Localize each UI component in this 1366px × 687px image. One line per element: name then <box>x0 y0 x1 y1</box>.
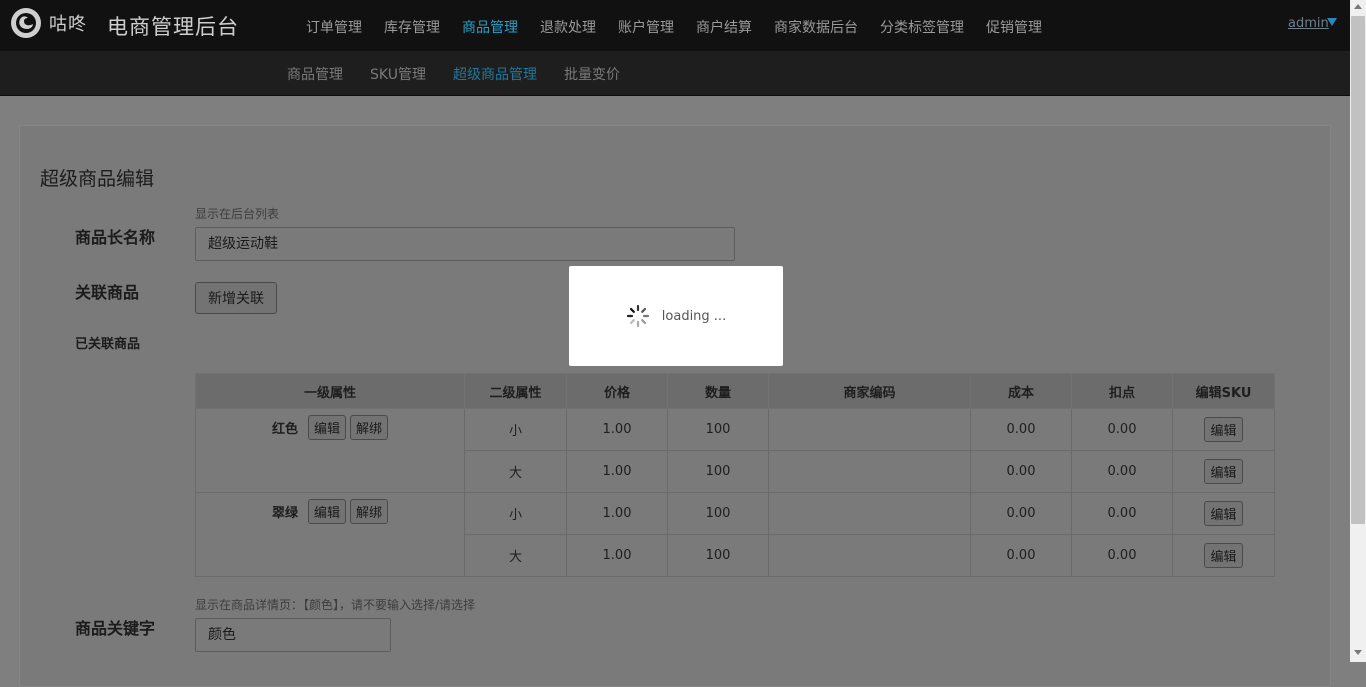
edit-sku-cell: 编辑 <box>1172 450 1275 493</box>
edit-sku-button[interactable]: 编辑 <box>1204 543 1243 568</box>
unbind-button[interactable]: 解绑 <box>350 415 389 440</box>
user-menu[interactable]: admin <box>1288 16 1329 31</box>
nav-item[interactable]: 账户管理 <box>618 17 674 37</box>
attr2-cell: 大 <box>464 534 567 577</box>
sub-navbar: 商品管理 SKU管理 超级商品管理 批量变价 <box>0 51 1350 96</box>
nav-item[interactable]: 商品管理 <box>462 17 518 37</box>
table-body: 红色 编辑 解绑小 1.00 100 0.00 0.00 编辑大 1.00 100 0.00 0.00… <box>195 408 1275 577</box>
nav-item[interactable]: 库存管理 <box>384 17 440 37</box>
name-hint: 显示在后台列表 <box>195 207 280 221</box>
main-nav: 订单管理 库存管理 商品管理 退款处理 账户管理 商户结算 商家数据后台 分类标签管理 促销管理 <box>306 17 1064 37</box>
column-header: 商家编码 <box>768 373 971 409</box>
price-cell: 1.00 <box>566 450 668 493</box>
price-cell: 1.00 <box>566 534 668 577</box>
edit-sku-button[interactable]: 编辑 <box>1204 459 1243 484</box>
scroll-down-arrow-icon[interactable] <box>1354 650 1362 655</box>
attr2-cell: 大 <box>464 450 567 493</box>
nav-item[interactable]: 退款处理 <box>540 17 596 37</box>
qty-cell: 100 <box>667 492 769 535</box>
cost-cell: 0.00 <box>970 408 1072 451</box>
column-header: 扣点 <box>1071 373 1173 409</box>
nav-item[interactable]: 商户结算 <box>696 17 752 37</box>
caret-down-icon[interactable] <box>1327 18 1337 26</box>
qty-cell: 100 <box>667 408 769 451</box>
merchant-code-cell <box>768 534 971 577</box>
scroll-up-arrow-icon[interactable] <box>1354 4 1362 9</box>
edit-attr-button[interactable]: 编辑 <box>307 415 346 440</box>
add-related-button[interactable]: 新增关联 <box>195 282 277 314</box>
nav-item[interactable]: 订单管理 <box>306 17 362 37</box>
commission-cell: 0.00 <box>1071 450 1173 493</box>
related-label: 关联商品 <box>75 283 140 302</box>
keyword-hint: 显示在商品详情页：【颜色】，请不要输入选择/请选择 <box>195 598 476 612</box>
subnav-item[interactable]: 批量变价 <box>564 64 620 84</box>
cost-cell: 0.00 <box>970 450 1072 493</box>
linked-products-label: 已关联商品 <box>75 337 141 352</box>
attr2-cell: 小 <box>464 492 567 535</box>
subnav-item[interactable]: 超级商品管理 <box>453 64 537 84</box>
unbind-button[interactable]: 解绑 <box>350 499 389 524</box>
merchant-code-cell <box>768 450 971 493</box>
table-header-row: 一级属性 二级属性 价格 数量 商家编码 成本 扣点 编辑SKU <box>195 373 1275 409</box>
loading-text: loading ... <box>661 308 727 324</box>
column-header: 二级属性 <box>464 373 567 409</box>
edit-sku-cell: 编辑 <box>1172 534 1275 577</box>
attr1-name: 翠绿 <box>271 506 298 521</box>
commission-cell: 0.00 <box>1071 534 1173 577</box>
qty-cell: 100 <box>667 450 769 493</box>
subnav-item[interactable]: SKU管理 <box>370 64 426 84</box>
price-cell: 1.00 <box>566 408 668 451</box>
cost-cell: 0.00 <box>970 492 1072 535</box>
sub-nav: 商品管理 SKU管理 超级商品管理 批量变价 <box>287 64 647 84</box>
logo-icon <box>11 8 41 38</box>
commission-cell: 0.00 <box>1071 408 1173 451</box>
spinner-icon <box>626 304 649 328</box>
edit-sku-cell: 编辑 <box>1172 408 1275 451</box>
page-title: 超级商品编辑 <box>40 168 155 190</box>
nav-item[interactable]: 分类标签管理 <box>880 17 964 37</box>
nav-item[interactable]: 促销管理 <box>986 17 1042 37</box>
brand[interactable]: 咕咚 <box>11 8 87 38</box>
product-name-input[interactable]: 超级运动鞋 <box>195 227 735 261</box>
column-header: 编辑SKU <box>1172 373 1275 409</box>
app-title: 电商管理后台 <box>107 15 239 39</box>
price-cell: 1.00 <box>566 492 668 535</box>
loading-dialog: loading ... <box>569 266 783 366</box>
merchant-code-cell <box>768 408 971 451</box>
edit-sku-button[interactable]: 编辑 <box>1204 501 1243 526</box>
top-navbar: 咕咚 电商管理后台 订单管理 库存管理 商品管理 退款处理 账户管理 商户结算 商家数据后台… <box>0 0 1350 51</box>
qty-cell: 100 <box>667 534 769 577</box>
vertical-scrollbar[interactable] <box>1350 0 1366 662</box>
column-header: 成本 <box>970 373 1072 409</box>
keyword-input[interactable]: 颜色 <box>195 618 391 652</box>
edit-sku-button[interactable]: 编辑 <box>1204 417 1243 442</box>
brand-name: 咕咚 <box>49 14 87 35</box>
commission-cell: 0.00 <box>1071 492 1173 535</box>
scroll-thumb[interactable] <box>1351 16 1365 524</box>
name-label: 商品长名称 <box>75 228 156 247</box>
table-row: 翠绿 编辑 解绑小 1.00 100 0.00 0.00 编辑 <box>195 492 1275 577</box>
cost-cell: 0.00 <box>970 534 1072 577</box>
column-header: 一级属性 <box>195 373 465 409</box>
edit-attr-button[interactable]: 编辑 <box>307 499 346 524</box>
attr2-cell: 小 <box>464 408 567 451</box>
subnav-item[interactable]: 商品管理 <box>287 64 343 84</box>
nav-item[interactable]: 商家数据后台 <box>774 17 858 37</box>
column-header: 数量 <box>667 373 769 409</box>
attr1-cell: 红色 编辑 解绑 <box>195 408 465 493</box>
edit-sku-cell: 编辑 <box>1172 492 1275 535</box>
column-header: 价格 <box>566 373 668 409</box>
table-row: 红色 编辑 解绑小 1.00 100 0.00 0.00 编辑 <box>195 408 1275 493</box>
keyword-label: 商品关键字 <box>75 619 156 638</box>
sku-table: 一级属性 二级属性 价格 数量 商家编码 成本 扣点 编辑SKU 红色 编辑 解绑小 1.00 100… <box>195 373 1275 577</box>
attr1-name: 红色 <box>271 422 298 437</box>
attr1-cell: 翠绿 编辑 解绑 <box>195 492 465 577</box>
merchant-code-cell <box>768 492 971 535</box>
